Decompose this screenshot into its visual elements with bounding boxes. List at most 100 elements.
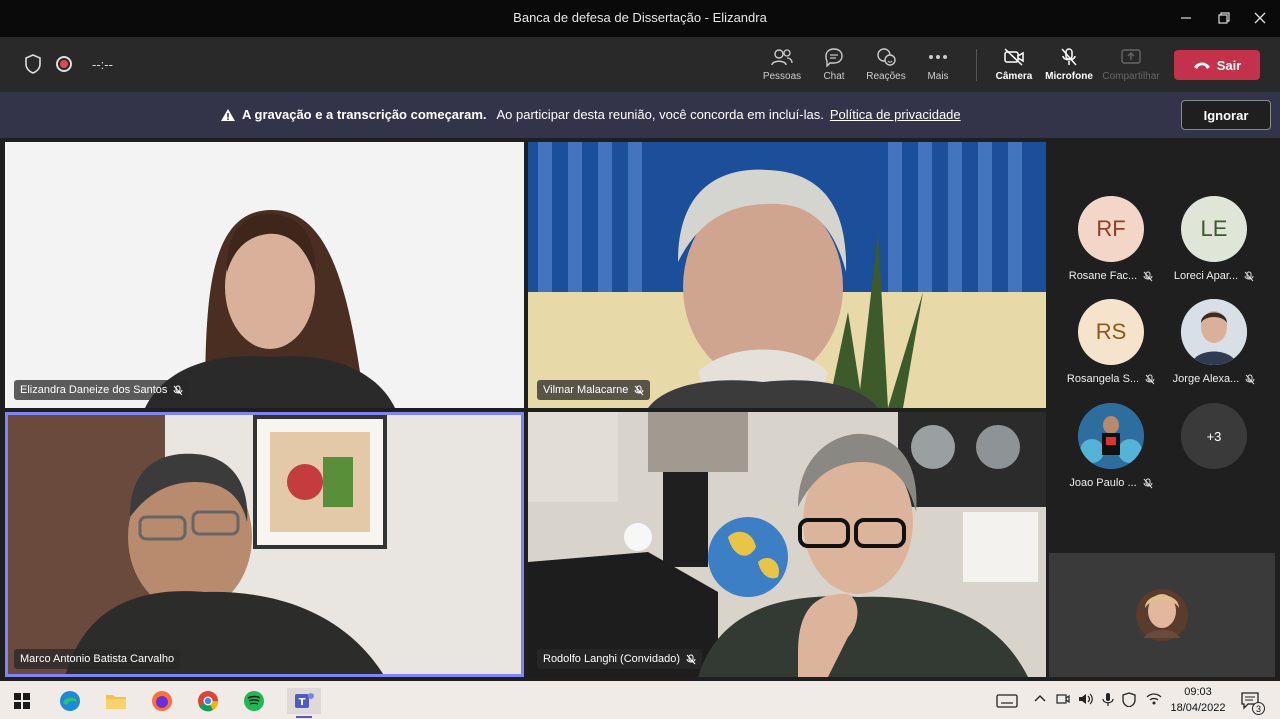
meeting-toolbar: --:-- Pessoas Chat Reações Mais Câmera M… bbox=[0, 37, 1280, 92]
participant-avatar-cell[interactable]: Joao Paulo ... bbox=[1061, 403, 1161, 489]
participant-name: Rosangela S... bbox=[1066, 373, 1140, 385]
chat-button[interactable]: Chat bbox=[804, 47, 864, 82]
network-tray-icon[interactable] bbox=[1146, 692, 1162, 709]
mic-off-icon bbox=[1244, 271, 1254, 281]
participant-name: Jorge Alexa... bbox=[1172, 373, 1240, 385]
recording-icon[interactable] bbox=[56, 56, 72, 72]
meet-now-tray-icon[interactable] bbox=[1056, 692, 1070, 709]
hang-up-icon bbox=[1193, 62, 1210, 69]
participant-avatar-cell[interactable]: Jorge Alexa... bbox=[1164, 299, 1264, 385]
chrome-icon bbox=[198, 691, 219, 712]
spotify-icon bbox=[244, 691, 264, 711]
video-tile[interactable]: Vilmar Malacarne bbox=[528, 142, 1046, 408]
mic-off-icon bbox=[686, 654, 696, 664]
mic-off-icon bbox=[1143, 478, 1153, 488]
title-bar: Banca de defesa de Dissertação - Elizand… bbox=[0, 0, 1280, 37]
more-participants-button[interactable]: +3 bbox=[1164, 403, 1264, 469]
windows-icon bbox=[14, 693, 30, 709]
privacy-policy-link[interactable]: Política de privacidade bbox=[830, 107, 961, 122]
firefox-taskbar-button[interactable] bbox=[149, 688, 175, 714]
recording-banner: A gravação e a transcrição começaram. Ao… bbox=[0, 92, 1280, 138]
overflow-count: +3 bbox=[1181, 403, 1247, 469]
camera-label: Câmera bbox=[995, 71, 1033, 82]
toolbar-divider bbox=[976, 49, 977, 81]
avatar: RF bbox=[1078, 196, 1144, 262]
camera-icon bbox=[1056, 694, 1070, 704]
start-button[interactable] bbox=[9, 688, 35, 714]
restore-icon bbox=[1218, 12, 1230, 24]
mic-off-icon bbox=[1143, 271, 1153, 281]
volume-tray-icon[interactable] bbox=[1078, 692, 1094, 709]
participant-video bbox=[5, 142, 524, 408]
spotify-taskbar-button[interactable] bbox=[241, 688, 267, 714]
video-tile-active-speaker[interactable]: Marco Antonio Batista Carvalho bbox=[5, 412, 524, 677]
close-icon bbox=[1254, 12, 1266, 24]
clock-time: 09:03 bbox=[1184, 686, 1212, 698]
reactions-button[interactable]: Reações bbox=[856, 47, 916, 82]
file-explorer-taskbar-button[interactable] bbox=[103, 688, 129, 714]
participant-avatar-cell[interactable]: RS Rosangela S... bbox=[1061, 299, 1161, 385]
keyboard-icon bbox=[996, 694, 1018, 708]
chevron-up-icon bbox=[1034, 695, 1046, 702]
camera-button[interactable]: Câmera bbox=[984, 47, 1044, 82]
teams-icon: T bbox=[295, 693, 314, 708]
minimize-button[interactable] bbox=[1176, 8, 1196, 28]
wifi-icon bbox=[1146, 693, 1162, 705]
more-label: Mais bbox=[927, 71, 949, 82]
keyboard-tray-button[interactable] bbox=[994, 688, 1020, 714]
camera-off-icon bbox=[1004, 48, 1024, 66]
video-tile[interactable]: Rodolfo Langhi (Convidado) bbox=[528, 412, 1046, 677]
chrome-taskbar-button[interactable] bbox=[195, 688, 221, 714]
window-title: Banca de defesa de Dissertação - Elizand… bbox=[513, 10, 767, 25]
mic-off-icon bbox=[1245, 374, 1255, 384]
meeting-timer: --:-- bbox=[92, 56, 113, 72]
participant-name: Rodolfo Langhi (Convidado) bbox=[543, 653, 680, 665]
participant-name: Vilmar Malacarne bbox=[543, 384, 629, 396]
profile-photo bbox=[1181, 299, 1247, 365]
leave-button[interactable]: Sair bbox=[1174, 50, 1260, 80]
ignore-button[interactable]: Ignorar bbox=[1181, 100, 1271, 130]
video-tile[interactable]: Elizandra Daneize dos Santos bbox=[5, 142, 524, 408]
show-hidden-icons-button[interactable] bbox=[1034, 692, 1046, 706]
notifications-button[interactable]: 3 bbox=[1238, 688, 1265, 715]
svg-text:T: T bbox=[299, 697, 306, 708]
security-tray-icon[interactable] bbox=[1122, 692, 1136, 710]
shield-icon[interactable] bbox=[24, 54, 42, 74]
participant-name: Marco Antonio Batista Carvalho bbox=[20, 653, 175, 665]
participant-name-tag: Elizandra Daneize dos Santos bbox=[14, 380, 190, 400]
mic-off-icon bbox=[1061, 48, 1077, 66]
people-button[interactable]: Pessoas bbox=[752, 47, 812, 82]
speaker-icon bbox=[1079, 693, 1093, 705]
edge-taskbar-button[interactable] bbox=[57, 688, 83, 714]
warning-icon bbox=[221, 108, 235, 121]
windows-taskbar: T 09:03 18/04/2022 3 bbox=[0, 681, 1280, 719]
avatar bbox=[1181, 299, 1247, 365]
microphone-button[interactable]: Microfone bbox=[1039, 47, 1099, 82]
share-button[interactable]: Compartilhar bbox=[1101, 47, 1161, 82]
mic-off-icon bbox=[173, 385, 183, 395]
self-view-tile[interactable] bbox=[1049, 553, 1275, 677]
microphone-label: Microfone bbox=[1045, 71, 1093, 82]
participant-avatar-cell[interactable]: LE Loreci Apar... bbox=[1164, 196, 1264, 282]
notification-badge: 3 bbox=[1252, 702, 1265, 715]
teams-taskbar-button[interactable]: T bbox=[287, 688, 321, 714]
more-button[interactable]: Mais bbox=[908, 47, 968, 82]
participant-name: Joao Paulo ... bbox=[1069, 477, 1137, 489]
active-app-indicator bbox=[296, 716, 312, 718]
close-window-button[interactable] bbox=[1250, 8, 1270, 28]
avatar: LE bbox=[1181, 196, 1247, 262]
participant-avatar-cell[interactable]: RF Rosane Fac... bbox=[1061, 196, 1161, 282]
chat-label: Chat bbox=[823, 71, 845, 82]
maximize-button[interactable] bbox=[1214, 8, 1234, 28]
people-icon bbox=[771, 49, 793, 66]
more-icon bbox=[929, 55, 947, 59]
banner-title: A gravação e a transcrição começaram. bbox=[242, 107, 487, 122]
taskbar-clock[interactable]: 09:03 18/04/2022 bbox=[1170, 684, 1226, 716]
avatar bbox=[1078, 403, 1144, 469]
microphone-tray-icon[interactable] bbox=[1102, 692, 1114, 709]
participant-video bbox=[528, 142, 1046, 408]
people-label: Pessoas bbox=[762, 71, 802, 82]
share-icon bbox=[1121, 49, 1141, 64]
avatar: RS bbox=[1078, 299, 1144, 365]
participant-video bbox=[5, 412, 524, 677]
